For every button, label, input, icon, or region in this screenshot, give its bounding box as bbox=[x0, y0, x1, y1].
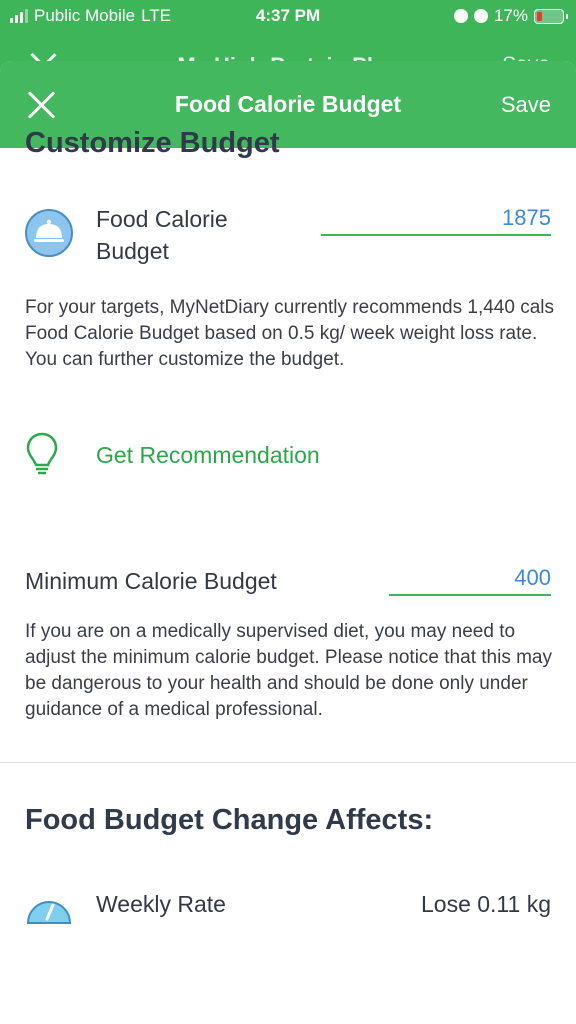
get-recommendation-button[interactable]: Get Recommendation bbox=[25, 430, 320, 480]
status-bar: Public Mobile LTE 4:37 PM 17% bbox=[0, 0, 576, 33]
page-title: Food Calorie Budget bbox=[174, 91, 402, 117]
recommendation-description: For your targets, MyNetDiary currently r… bbox=[25, 297, 555, 370]
customize-budget-heading: Customize Budget bbox=[25, 127, 280, 159]
save-button[interactable]: Save bbox=[501, 92, 551, 118]
alarm-icon bbox=[473, 9, 488, 23]
weekly-rate-row: Weekly Rate Lose 0.11 kg bbox=[25, 883, 551, 933]
food-cloche-icon bbox=[25, 209, 73, 257]
face-icon bbox=[453, 9, 468, 23]
battery-percent: 17% bbox=[493, 6, 528, 25]
food-calorie-budget-label: Food Calorie Budget bbox=[96, 206, 228, 264]
minimum-budget-warning: If you are on a medically supervised die… bbox=[25, 621, 552, 720]
food-calorie-budget-input[interactable]: 1875 bbox=[321, 203, 551, 236]
minimum-calorie-budget-input[interactable]: 400 bbox=[389, 563, 551, 596]
battery-icon bbox=[534, 8, 568, 24]
section-divider bbox=[0, 762, 576, 763]
status-right: 17% bbox=[453, 6, 568, 26]
weekly-rate-label: Weekly Rate bbox=[96, 891, 226, 917]
minimum-calorie-budget-label: Minimum Calorie Budget bbox=[25, 568, 277, 594]
weekly-rate-value: Lose 0.11 kg bbox=[420, 891, 551, 917]
affects-heading: Food Budget Change Affects: bbox=[25, 804, 434, 836]
get-recommendation-label: Get Recommendation bbox=[96, 441, 320, 468]
food-calorie-budget-row: Food Calorie Budget 1875 bbox=[25, 203, 551, 273]
gauge-icon bbox=[26, 901, 72, 924]
lightbulb-icon bbox=[26, 432, 58, 475]
